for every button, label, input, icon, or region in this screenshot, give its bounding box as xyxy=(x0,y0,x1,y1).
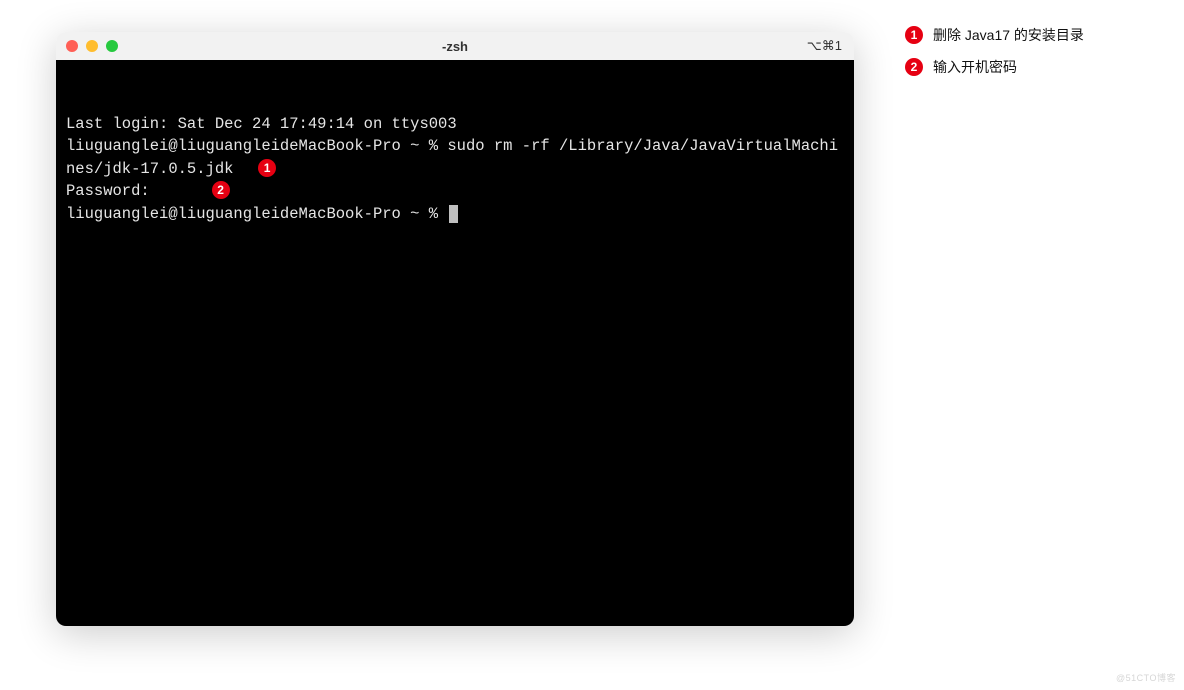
callout-badge-2: 2 xyxy=(212,181,230,199)
terminal-line-login: Last login: Sat Dec 24 17:49:14 on ttys0… xyxy=(66,113,844,135)
legend-badge-1: 1 xyxy=(905,26,923,44)
callout-legend: 1 删除 Java17 的安装目录 2 输入开机密码 xyxy=(905,25,1084,89)
traffic-lights xyxy=(66,40,118,52)
password-label: Password: xyxy=(66,182,150,200)
terminal-window: -zsh ⌥⌘1 Last login: Sat Dec 24 17:49:14… xyxy=(56,32,854,626)
legend-item-2: 2 输入开机密码 xyxy=(905,57,1084,77)
callout-badge-1: 1 xyxy=(258,159,276,177)
terminal-line-command: liuguanglei@liuguangleideMacBook-Pro ~ %… xyxy=(66,135,844,180)
prompt: liuguanglei@liuguangleideMacBook-Pro ~ % xyxy=(66,205,447,223)
legend-text-1: 删除 Java17 的安装目录 xyxy=(933,25,1084,45)
window-title: -zsh xyxy=(56,39,854,54)
legend-text-2: 输入开机密码 xyxy=(933,57,1017,77)
terminal-line-prompt: liuguanglei@liuguangleideMacBook-Pro ~ % xyxy=(66,203,844,225)
maximize-icon[interactable] xyxy=(106,40,118,52)
terminal-body[interactable]: Last login: Sat Dec 24 17:49:14 on ttys0… xyxy=(56,60,854,626)
prompt: liuguanglei@liuguangleideMacBook-Pro ~ % xyxy=(66,137,447,155)
close-icon[interactable] xyxy=(66,40,78,52)
watermark: @51CTO博客 xyxy=(1116,671,1176,684)
legend-item-1: 1 删除 Java17 的安装目录 xyxy=(905,25,1084,45)
terminal-line-password: Password: 2 xyxy=(66,180,844,202)
window-titlebar: -zsh ⌥⌘1 xyxy=(56,32,854,60)
window-shortcut: ⌥⌘1 xyxy=(807,38,842,54)
minimize-icon[interactable] xyxy=(86,40,98,52)
cursor-icon xyxy=(449,205,458,223)
legend-badge-2: 2 xyxy=(905,58,923,76)
